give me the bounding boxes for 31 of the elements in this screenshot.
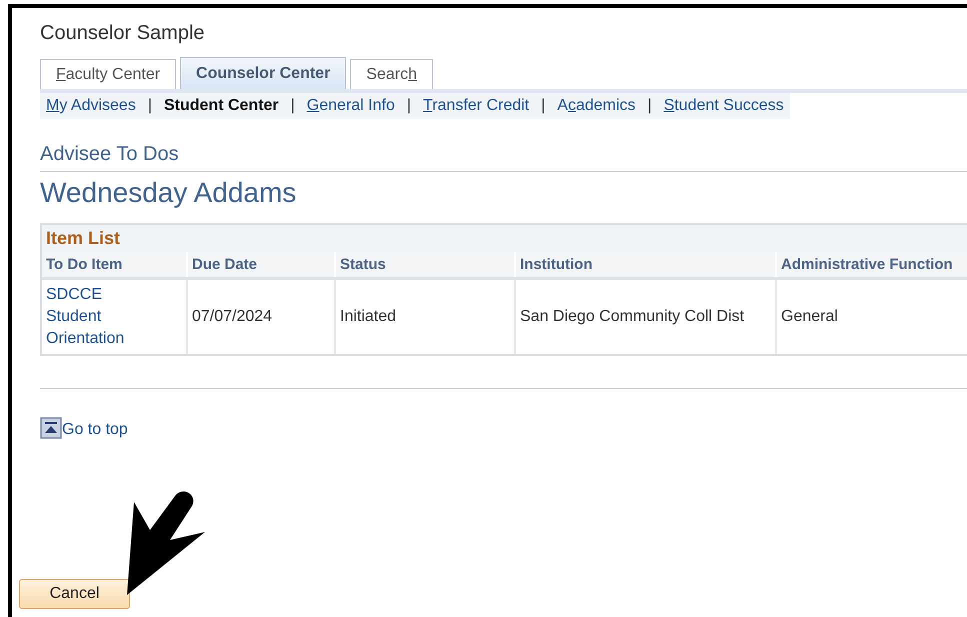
nav-link[interactable]: Student Success	[664, 97, 784, 115]
separator: |	[406, 97, 412, 115]
separator: |	[290, 97, 295, 115]
nav-link[interactable]: Transfer Credit	[423, 97, 530, 115]
nav-link[interactable]: My Advisees	[46, 97, 136, 115]
nav-link[interactable]: General Info	[306, 97, 395, 115]
go-to-top-link[interactable]: Go to top	[62, 421, 128, 439]
column-header: Due Date	[187, 252, 335, 278]
grid-title: Item List	[42, 225, 967, 252]
column-header: Institution	[515, 252, 776, 278]
tab[interactable]: Counselor Center	[180, 57, 346, 89]
nav-link[interactable]: Academics	[557, 97, 636, 115]
tab[interactable]: Search	[350, 59, 433, 89]
separator: |	[541, 97, 546, 115]
table-cell: Initiated	[335, 278, 515, 354]
column-header: Status	[335, 252, 515, 278]
table-cell: General	[776, 278, 967, 354]
column-header: To Do Item	[42, 252, 187, 278]
student-name: Wednesday Addams	[40, 177, 298, 209]
nav-link[interactable]: Student Center	[164, 97, 279, 115]
cancel-button[interactable]: Cancel	[19, 579, 130, 609]
section-title: Advisee To Dos	[40, 143, 967, 172]
separator: |	[648, 97, 652, 115]
table-cell: San Diego Community Coll Dist	[515, 278, 776, 354]
page-title: Counselor Sample	[40, 22, 206, 45]
separator: |	[148, 97, 152, 115]
go-to-top-icon[interactable]	[40, 417, 62, 439]
table-cell: 07/07/2024	[187, 278, 335, 354]
to-do-item-link[interactable]: SDCCE Student Orientation	[46, 284, 156, 350]
column-header: Administrative Function	[776, 252, 967, 278]
tab[interactable]: Faculty Center	[40, 59, 176, 89]
